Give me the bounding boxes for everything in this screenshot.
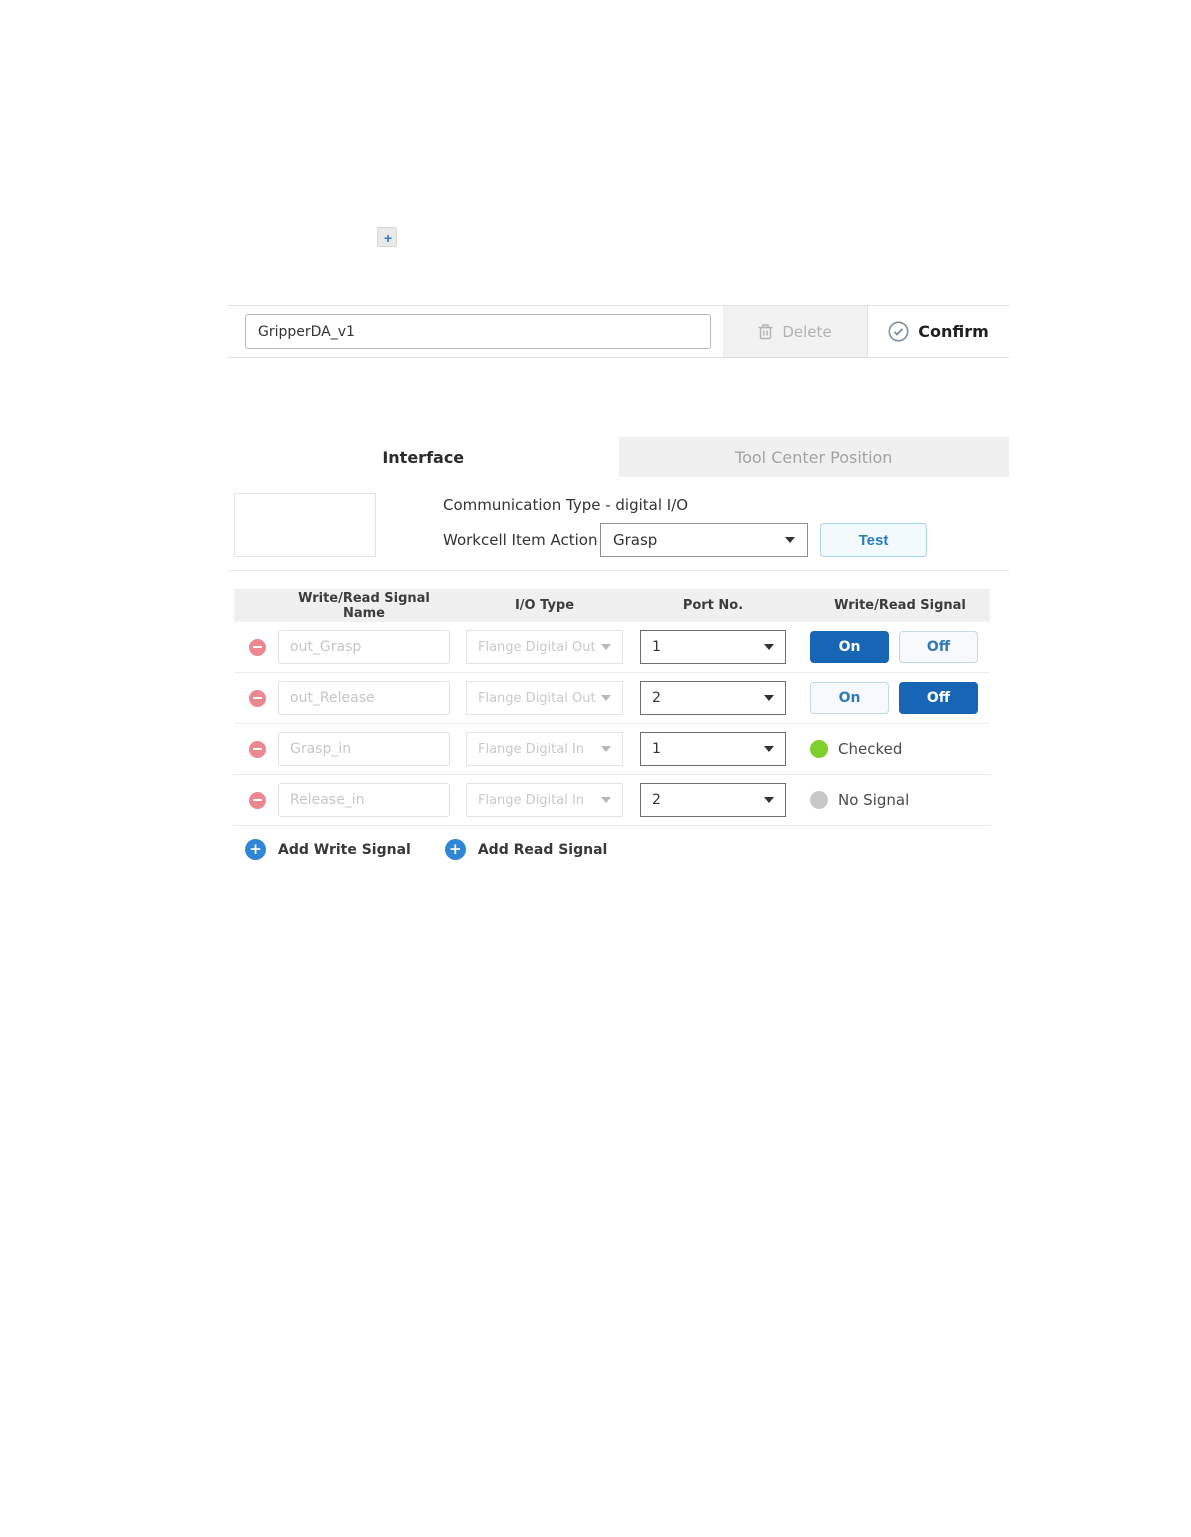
table-row: Flange Digital In 2 No Signal	[234, 775, 990, 826]
signal-cell: On Off	[810, 682, 990, 714]
col-header-write-read-signal: Write/Read Signal	[834, 598, 966, 613]
signal-table: Write/Read Signal Name I/O Type Port No.…	[234, 589, 990, 826]
workcell-item-action-label: Workcell Item Action	[443, 531, 598, 549]
chevron-down-icon	[764, 746, 774, 752]
item-name-input[interactable]	[245, 314, 711, 349]
io-type-value: Flange Digital In	[478, 792, 585, 808]
signal-cell: Checked	[810, 740, 990, 758]
port-no-select[interactable]: 2	[640, 783, 786, 817]
io-type-value: Flange Digital In	[478, 741, 585, 757]
remove-row-button[interactable]	[249, 740, 266, 758]
signal-name-input[interactable]	[278, 783, 450, 817]
table-row: Flange Digital Out 2 On Off	[234, 673, 990, 724]
signal-cell: On Off	[810, 631, 990, 663]
item-image-placeholder	[234, 493, 376, 557]
header-actions: Delete Confirm	[723, 306, 1009, 357]
chevron-down-icon	[601, 746, 611, 752]
chevron-down-icon	[601, 644, 611, 650]
test-button[interactable]: Test	[820, 523, 927, 557]
io-type-select[interactable]: Flange Digital Out	[466, 681, 623, 715]
communication-type-label: Communication Type - digital I/O	[443, 496, 689, 514]
col-header-port-no: Port No.	[682, 598, 744, 613]
add-write-signal-button[interactable]: + Add Write Signal	[245, 839, 411, 860]
delete-button[interactable]: Delete	[723, 306, 867, 357]
confirm-button[interactable]: Confirm	[867, 306, 1009, 357]
item-header-bar: Delete Confirm	[228, 305, 1009, 358]
io-type-select[interactable]: Flange Digital Out	[466, 630, 623, 664]
chevron-down-icon	[601, 695, 611, 701]
add-read-signal-label: Add Read Signal	[477, 841, 608, 858]
add-item-button[interactable]: +	[377, 227, 397, 247]
signal-status-label: No Signal	[838, 791, 910, 809]
signal-status-dot	[810, 740, 828, 758]
plus-circle-icon: +	[245, 839, 266, 860]
workcell-action-value: Grasp	[613, 531, 658, 549]
signal-status-label: Checked	[838, 740, 903, 758]
signal-rows: Flange Digital Out 1 On Off Flange Digita…	[234, 622, 990, 826]
tab-tool-center-position[interactable]: Tool Center Position	[618, 437, 1009, 477]
gripper-config-page: + Delete	[0, 0, 1191, 1537]
col-header-signal-name: Write/Read Signal Name	[298, 590, 430, 621]
signal-name-input[interactable]	[278, 732, 450, 766]
io-type-value: Flange Digital Out	[478, 639, 596, 655]
signal-name-input[interactable]	[278, 681, 450, 715]
chevron-down-icon	[764, 644, 774, 650]
port-no-select[interactable]: 1	[640, 630, 786, 664]
signal-on-button[interactable]: On	[810, 631, 889, 663]
plus-circle-icon: +	[444, 839, 466, 860]
signal-off-button[interactable]: Off	[899, 631, 978, 663]
signal-table-header: Write/Read Signal Name I/O Type Port No.…	[234, 589, 990, 622]
trash-icon	[758, 324, 773, 340]
port-no-value: 2	[652, 690, 661, 706]
signal-name-input[interactable]	[278, 630, 450, 664]
add-write-signal-label: Add Write Signal	[278, 841, 411, 858]
signal-status-dot	[810, 791, 828, 809]
col-header-io-type: I/O Type	[514, 598, 575, 613]
tab-interface[interactable]: Interface	[228, 437, 619, 477]
workcell-action-select[interactable]: Grasp	[600, 523, 808, 557]
remove-row-button[interactable]	[249, 638, 266, 656]
table-row: Flange Digital In 1 Checked	[234, 724, 990, 775]
signal-off-button[interactable]: Off	[899, 682, 978, 714]
confirm-button-label: Confirm	[918, 322, 989, 341]
remove-row-button[interactable]	[249, 689, 266, 707]
check-circle-icon	[888, 321, 909, 342]
io-type-value: Flange Digital Out	[478, 690, 596, 706]
add-read-signal-button[interactable]: + Add Read Signal	[444, 839, 608, 860]
port-no-select[interactable]: 2	[640, 681, 786, 715]
signal-on-button[interactable]: On	[810, 682, 889, 714]
chevron-down-icon	[764, 797, 774, 803]
section-divider	[228, 570, 1009, 571]
io-type-select[interactable]: Flange Digital In	[466, 732, 623, 766]
port-no-value: 1	[652, 639, 661, 655]
remove-row-button[interactable]	[249, 791, 266, 809]
io-type-select[interactable]: Flange Digital In	[466, 783, 623, 817]
tab-bar: Interface Tool Center Position	[228, 437, 1009, 477]
signal-cell: No Signal	[810, 791, 990, 809]
add-signal-row: + Add Write Signal + Add Read Signal	[245, 839, 607, 860]
chevron-down-icon	[764, 695, 774, 701]
chevron-down-icon	[601, 797, 611, 803]
port-no-value: 2	[652, 792, 661, 808]
port-no-select[interactable]: 1	[640, 732, 786, 766]
table-row: Flange Digital Out 1 On Off	[234, 622, 990, 673]
chevron-down-icon	[785, 537, 795, 543]
delete-button-label: Delete	[782, 322, 832, 341]
port-no-value: 1	[652, 741, 661, 757]
